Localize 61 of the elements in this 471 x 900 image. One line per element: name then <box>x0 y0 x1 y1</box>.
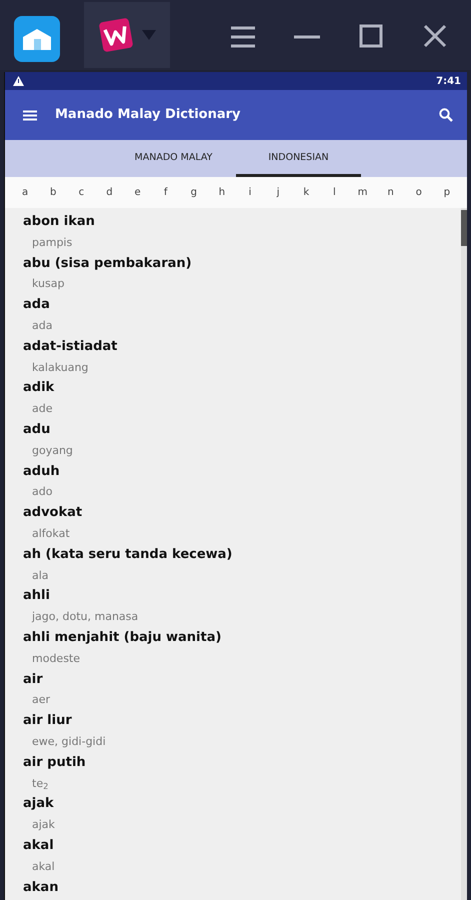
entry-translation: ade <box>32 402 52 416</box>
letter-button[interactable]: i <box>236 185 264 200</box>
letter-button[interactable]: k <box>292 185 320 200</box>
entry-word[interactable]: ada <box>23 295 457 316</box>
letter-button[interactable]: m <box>348 185 377 200</box>
entry-translation: ada <box>32 318 52 332</box>
warning-icon <box>13 76 24 86</box>
tab[interactable]: MANADO MALAY <box>111 140 236 177</box>
letter-button[interactable]: a <box>11 185 40 200</box>
entry-word[interactable]: air liur <box>23 711 457 732</box>
letter-button[interactable]: d <box>95 185 124 200</box>
entry-word[interactable]: adu <box>23 420 457 441</box>
letter-button[interactable]: f <box>152 185 180 200</box>
menu-icon[interactable] <box>23 110 37 120</box>
entry-word[interactable]: akan <box>23 878 457 898</box>
scrollbar-thumb[interactable] <box>461 210 467 246</box>
app-title: Manado Malay Dictionary <box>55 106 241 124</box>
search-icon[interactable] <box>439 108 453 122</box>
entry-word[interactable]: aduh <box>23 462 457 482</box>
status-time: 7:41 <box>436 74 461 88</box>
house-icon <box>21 27 53 51</box>
letter-button[interactable]: b <box>39 185 68 200</box>
entry-word[interactable]: abon ikan <box>23 212 457 233</box>
letter-button[interactable]: j <box>264 185 292 200</box>
letter-button[interactable]: l <box>320 185 348 200</box>
entry-word[interactable]: ahli menjahit (baju wanita) <box>23 628 457 649</box>
entry-translation: aer <box>32 693 50 706</box>
entry-translation: ajak <box>32 818 55 832</box>
entry-word[interactable]: adat-istiadat <box>23 336 457 358</box>
entry-word[interactable]: abu (sisa pembakaran) <box>23 254 457 274</box>
entry-translation: ado <box>32 485 52 498</box>
entry-translation: ewe, gidi-gidi <box>32 734 106 748</box>
entry-word[interactable]: ahli <box>23 586 457 608</box>
entry-translation: kalakuang <box>32 360 88 374</box>
entry-translation: jago, dotu, manasa <box>32 610 138 624</box>
entry-translation: alfokat <box>32 526 70 540</box>
entry-word[interactable]: ajak <box>23 794 457 816</box>
letter-button[interactable]: o <box>404 185 433 200</box>
entry-translation: kusap <box>32 277 64 290</box>
entry-translation: modeste <box>32 652 80 665</box>
scrollbar[interactable] <box>461 208 467 900</box>
entry-translation: te$_{2}$ <box>32 776 48 790</box>
entry-word[interactable]: ah (kata seru tanda kecewa) <box>23 544 457 566</box>
entry-word[interactable]: air putih <box>23 752 457 774</box>
entry-translation: akal <box>32 860 55 873</box>
letter-button[interactable]: p <box>432 185 461 200</box>
app-tab[interactable] <box>84 2 170 68</box>
letter-button[interactable]: n <box>376 185 405 200</box>
letter-button[interactable]: c <box>67 185 96 200</box>
letter-button[interactable]: g <box>180 185 208 200</box>
letter-button[interactable]: h <box>208 185 236 200</box>
entry-translation: ala <box>32 568 49 582</box>
home-button[interactable] <box>14 16 60 62</box>
entry-word[interactable]: advokat <box>23 503 457 524</box>
entry-word[interactable]: air <box>23 670 457 690</box>
entry-translation: goyang <box>32 444 73 457</box>
entry-word[interactable]: akal <box>23 836 457 857</box>
caret-icon <box>142 30 156 40</box>
letter-button[interactable]: e <box>124 185 152 200</box>
entry-translation: pampis <box>32 236 72 249</box>
entry-word[interactable]: adik <box>23 378 457 400</box>
